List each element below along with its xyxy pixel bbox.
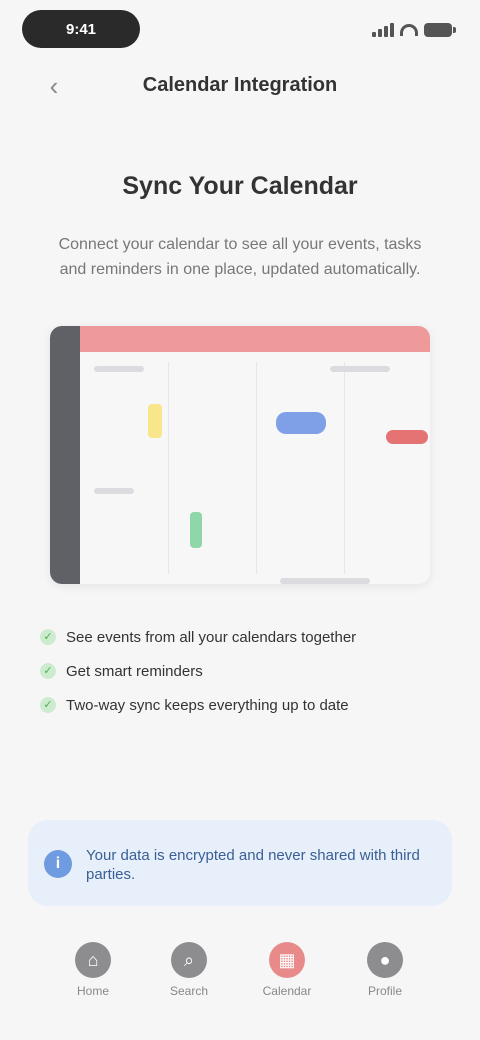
chevron-left-icon: ‹: [49, 71, 59, 101]
tab-profile[interactable]: ● Profile: [350, 942, 420, 998]
preview-header: [80, 326, 430, 352]
feature-item: ✓ See events from all your calendars tog…: [40, 620, 440, 654]
tab-bar: ⌂ Home ⌕ Search ▦ Calendar ● Profile: [0, 930, 480, 1040]
search-icon: ⌕: [171, 942, 207, 978]
hero-title: Sync Your Calendar: [122, 172, 358, 200]
status-bar: 9:41: [0, 0, 480, 60]
preview-event-yellow: [148, 404, 162, 438]
tab-label: Calendar: [262, 984, 312, 998]
feature-text: Get smart reminders: [66, 662, 203, 680]
feature-text: See events from all your calendars toget…: [66, 628, 357, 646]
tab-label: Search: [169, 984, 209, 998]
home-icon: ⌂: [75, 942, 111, 978]
tab-home[interactable]: ⌂ Home: [58, 942, 128, 998]
preview-sidebar: [50, 326, 80, 584]
tab-label: Profile: [367, 984, 402, 998]
feature-item: ✓ Get smart reminders: [40, 654, 440, 688]
feature-text: Two-way sync keeps everything up to date: [66, 696, 349, 714]
check-icon: ✓: [40, 629, 56, 645]
status-icons: [372, 20, 456, 40]
profile-icon: ●: [367, 942, 403, 978]
check-icon: ✓: [40, 697, 56, 713]
signal-icon: [372, 23, 394, 37]
feature-list: ✓ See events from all your calendars tog…: [40, 620, 440, 722]
back-button[interactable]: ‹: [38, 70, 70, 102]
tab-calendar[interactable]: ▦ Calendar: [252, 942, 322, 998]
preview-event-green: [190, 512, 202, 548]
info-notice: i Your data is encrypted and never share…: [28, 820, 452, 906]
info-icon: i: [44, 850, 72, 878]
nav-bar: ‹ Calendar Integration: [0, 64, 480, 112]
preview-event-blue: [276, 412, 326, 434]
hero-description: Connect your calendar to see all your ev…: [58, 236, 422, 278]
check-icon: ✓: [40, 663, 56, 679]
status-time: 9:41: [22, 10, 140, 48]
calendar-preview-image: [50, 326, 430, 584]
tab-search[interactable]: ⌕ Search: [154, 942, 224, 998]
battery-icon: [424, 23, 456, 37]
feature-item: ✓ Two-way sync keeps everything up to da…: [40, 688, 440, 722]
notice-text: Your data is encrypted and never shared …: [86, 847, 420, 883]
preview-event-red: [386, 430, 428, 444]
wifi-icon: [400, 24, 418, 36]
page-title: Calendar Integration: [142, 74, 338, 96]
tab-label: Home: [76, 984, 109, 998]
preview-body: [80, 352, 430, 584]
calendar-icon: ▦: [269, 942, 305, 978]
